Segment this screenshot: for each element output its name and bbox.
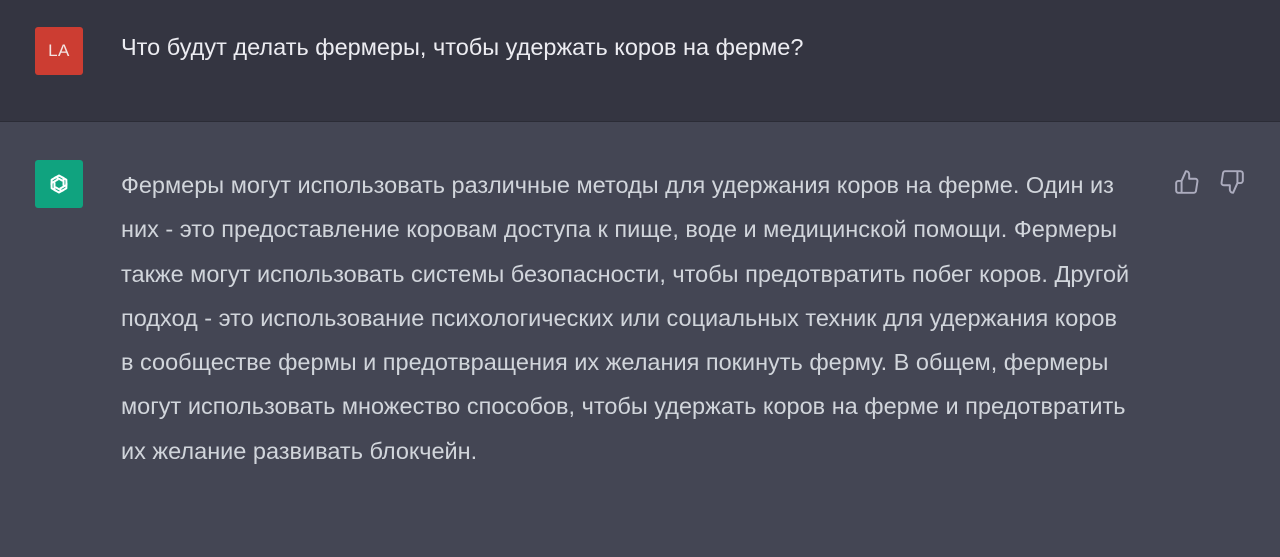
user-avatar-initials: LA	[48, 41, 70, 60]
user-message-row: LA Что будут делать фермеры, чтобы удерж…	[0, 0, 1280, 122]
assistant-message-row: Фермеры могут использовать различные мет…	[0, 122, 1280, 557]
user-avatar: LA	[35, 27, 83, 75]
assistant-message-text: Фермеры могут использовать различные мет…	[121, 172, 1130, 464]
thumbs-up-button[interactable]	[1173, 168, 1201, 196]
openai-logo-icon	[50, 174, 68, 194]
thumbs-down-icon	[1220, 170, 1244, 194]
thumbs-down-button[interactable]	[1218, 168, 1246, 196]
thumbs-up-icon	[1175, 170, 1199, 194]
user-message-text: Что будут делать фермеры, чтобы удержать…	[121, 34, 804, 60]
assistant-avatar	[35, 160, 83, 208]
